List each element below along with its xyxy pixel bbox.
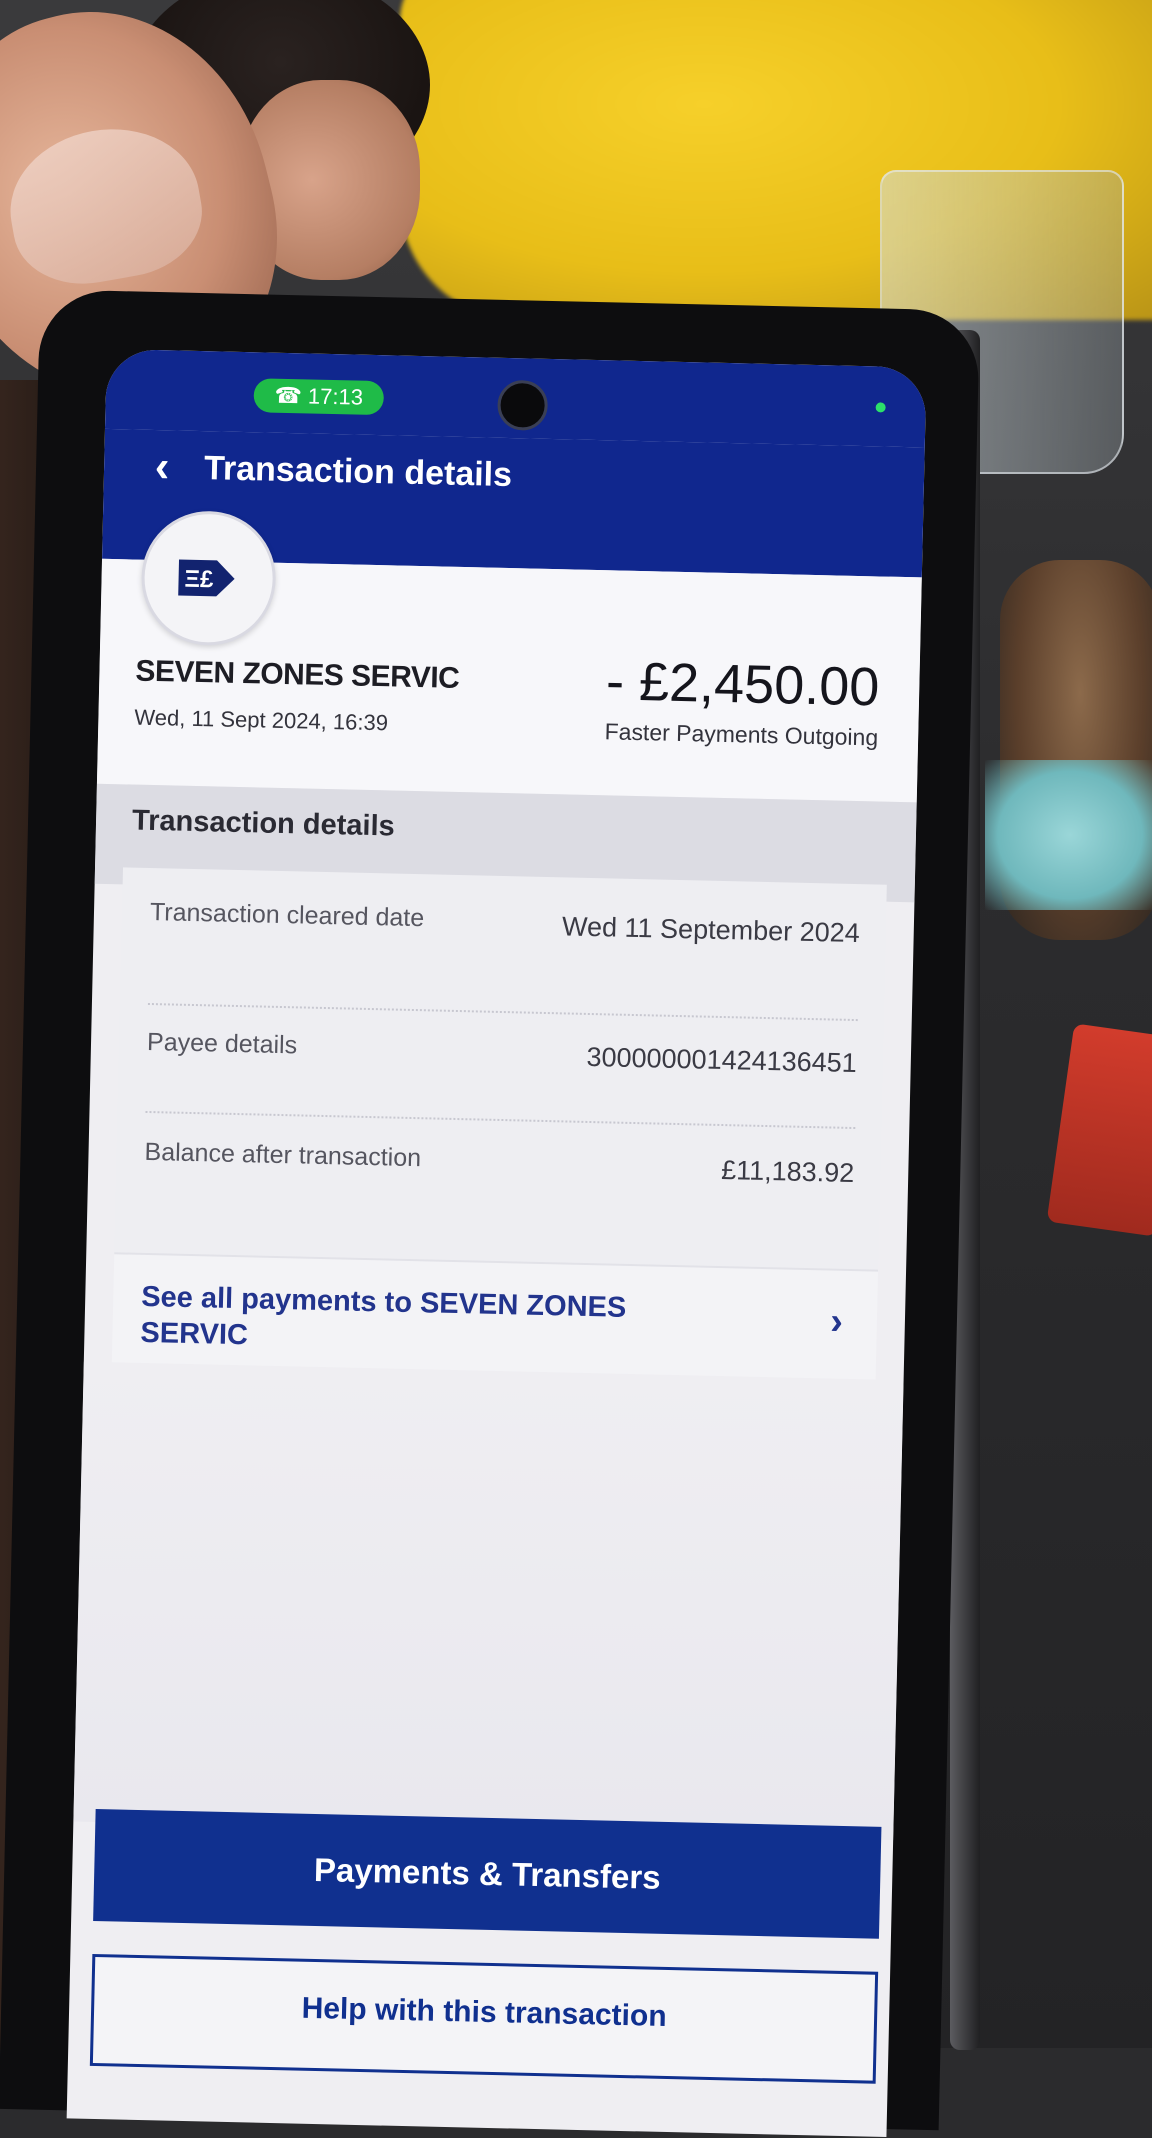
divider: [145, 1110, 856, 1130]
detail-row-cleared-date: Transaction cleared date Wed 11 Septembe…: [148, 898, 860, 1004]
phone-screen: ☎ 17:13 ‹ Transaction details SEVEN ZONE…: [66, 348, 927, 2138]
merchant-name: SEVEN ZONES SERVIC: [135, 654, 460, 695]
back-button[interactable]: ‹: [140, 442, 185, 493]
section-title: Transaction details: [131, 804, 396, 843]
detail-value: 300000001424136451: [586, 1041, 858, 1079]
privacy-indicator-dot: [875, 402, 886, 413]
phone-call-icon: ☎: [274, 382, 303, 409]
detail-value: Wed 11 September 2024: [561, 911, 861, 949]
chevron-right-icon: ›: [829, 1300, 844, 1343]
empty-space: [73, 1361, 904, 1841]
payments-transfers-button[interactable]: Payments & Transfers: [93, 1808, 882, 1939]
phone: ☎ 17:13 ‹ Transaction details SEVEN ZONE…: [0, 289, 980, 2138]
front-camera: [497, 379, 549, 431]
detail-label: Payee details: [146, 1027, 298, 1060]
transaction-datetime: Wed, 11 Sept 2024, 16:39: [134, 704, 389, 736]
see-all-payments-link[interactable]: See all payments to SEVEN ZONES SERVIC ›: [111, 1252, 879, 1382]
detail-row-balance: Balance after transaction £11,183.92: [144, 1138, 855, 1214]
svg-text:Ξ£: Ξ£: [184, 566, 214, 594]
detail-value: £11,183.92: [720, 1155, 855, 1189]
help-with-transaction-button[interactable]: Help with this transaction: [89, 1953, 879, 2084]
blue-object: [985, 760, 1152, 910]
transaction-amount: - £2,450.00: [605, 651, 880, 718]
see-all-payments-label: See all payments to SEVEN ZONES SERVIC: [140, 1280, 627, 1352]
page-title: Transaction details: [203, 449, 513, 495]
chevron-left-icon: ‹: [154, 441, 171, 492]
transaction-details-list: Transaction cleared date Wed 11 Septembe…: [111, 867, 887, 1382]
transaction-type: Faster Payments Outgoing: [604, 718, 879, 751]
divider: [147, 1002, 858, 1022]
call-time: 17:13: [307, 383, 364, 410]
ongoing-call-indicator[interactable]: ☎ 17:13: [253, 378, 385, 416]
detail-label: Transaction cleared date: [149, 897, 425, 933]
detail-label: Balance after transaction: [144, 1137, 422, 1173]
detail-row-payee: Payee details 300000001424136451: [146, 1028, 857, 1104]
